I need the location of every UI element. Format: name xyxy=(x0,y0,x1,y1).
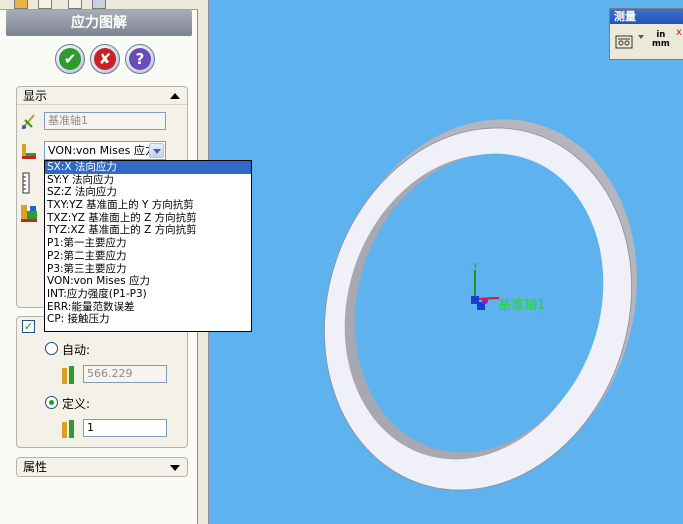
close-icon: ✘ xyxy=(94,48,116,70)
stress-component-icon xyxy=(22,144,36,159)
properties-group: 属性 xyxy=(16,457,188,477)
reference-axis-label[interactable]: 基准轴1 xyxy=(498,294,545,313)
option-p2[interactable]: P2:第二主要应力 xyxy=(45,250,251,263)
ring-model[interactable] xyxy=(209,0,683,524)
measure-options-arrow-icon[interactable] xyxy=(638,35,644,39)
display-group-header[interactable]: 显示 xyxy=(17,87,187,105)
option-p3[interactable]: P3:第三主要应力 xyxy=(45,263,251,276)
measure-tool-icon[interactable] xyxy=(615,33,635,51)
property-tab-icon[interactable] xyxy=(38,0,52,9)
option-von[interactable]: VON:von Mises 应力 xyxy=(45,275,251,288)
option-p1[interactable]: P1:第一主要应力 xyxy=(45,237,251,250)
auto-scale-label: 自动: xyxy=(62,343,91,357)
measure-toolbar: 测量 in mm x xyxy=(609,8,683,60)
display-tab-icon[interactable] xyxy=(92,0,106,9)
measure-toolbar-body: in mm x xyxy=(610,25,683,61)
feature-tree-tab-icon[interactable] xyxy=(14,0,28,9)
custom-scale-label: 定义: xyxy=(62,397,91,411)
auto-scale-radio[interactable] xyxy=(45,342,58,355)
option-tyz[interactable]: TYZ:XZ 基准面上的 Z 方向抗剪 xyxy=(45,224,251,237)
property-manager-panel: 应力图解 ✔ ✘ ? 显示 基准轴1 VON:von Mises 应力 ✓ 自动… xyxy=(0,0,252,524)
deformed-shape-checkbox[interactable]: ✓ xyxy=(22,320,35,333)
y-axis-label: Y xyxy=(473,262,478,271)
custom-scale-radio[interactable] xyxy=(45,396,58,409)
custom-scale-icon xyxy=(62,420,74,438)
axis-select-icon xyxy=(21,114,35,130)
expand-down-icon[interactable] xyxy=(170,465,180,471)
panel-tabs xyxy=(0,0,198,10)
properties-group-title: 属性 xyxy=(23,460,48,474)
option-err[interactable]: ERR:能量范数误差 xyxy=(45,301,251,314)
option-sz[interactable]: SZ:Z 法向应力 xyxy=(45,186,251,199)
check-icon: ✔ xyxy=(59,48,81,70)
option-txy[interactable]: TXY:YZ 基准面上的 Y 方向抗剪 xyxy=(45,199,251,212)
units-bottom-label: mm xyxy=(652,39,670,49)
properties-group-header[interactable]: 属性 xyxy=(17,458,187,476)
option-cp[interactable]: CP: 接触压力 xyxy=(45,313,251,326)
deformed-shape-icon xyxy=(21,205,37,222)
help-icon: ? xyxy=(129,48,151,70)
units-ruler-icon xyxy=(22,172,30,194)
stress-component-dropdown[interactable]: VON:von Mises 应力 xyxy=(44,141,166,160)
measure-toolbar-title[interactable]: 测量 xyxy=(610,9,683,24)
collapse-up-icon[interactable] xyxy=(170,93,180,99)
graphics-viewport[interactable]: Y 基准轴1 xyxy=(209,0,683,524)
units-button[interactable]: in mm xyxy=(652,31,670,49)
ok-button[interactable]: ✔ xyxy=(55,44,85,74)
option-sx[interactable]: SX:X 法向应力 xyxy=(45,161,251,174)
stress-component-options: SX:X 法向应力 SY:Y 法向应力 SZ:Z 法向应力 TXY:YZ 基准面… xyxy=(44,160,252,332)
option-txz[interactable]: TXZ:YZ 基准面上的 Z 方向抗剪 xyxy=(45,212,251,225)
config-tab-icon[interactable] xyxy=(68,0,82,9)
help-button[interactable]: ? xyxy=(125,44,155,74)
display-group-title: 显示 xyxy=(23,89,48,103)
reference-axis-field[interactable]: 基准轴1 xyxy=(44,112,166,130)
xyz-icon[interactable]: x xyxy=(676,27,682,38)
stress-component-value: VON:von Mises 应力 xyxy=(48,144,156,157)
scale-factor-icon xyxy=(62,366,74,384)
auto-scale-value: 566.229 xyxy=(83,365,167,383)
cancel-button[interactable]: ✘ xyxy=(90,44,120,74)
option-sy[interactable]: SY:Y 法向应力 xyxy=(45,174,251,187)
option-int[interactable]: INT:应力强度(P1-P3) xyxy=(45,288,251,301)
chevron-down-icon[interactable] xyxy=(149,143,164,158)
custom-scale-input[interactable]: 1 xyxy=(83,419,167,437)
panel-title: 应力图解 xyxy=(6,10,192,36)
